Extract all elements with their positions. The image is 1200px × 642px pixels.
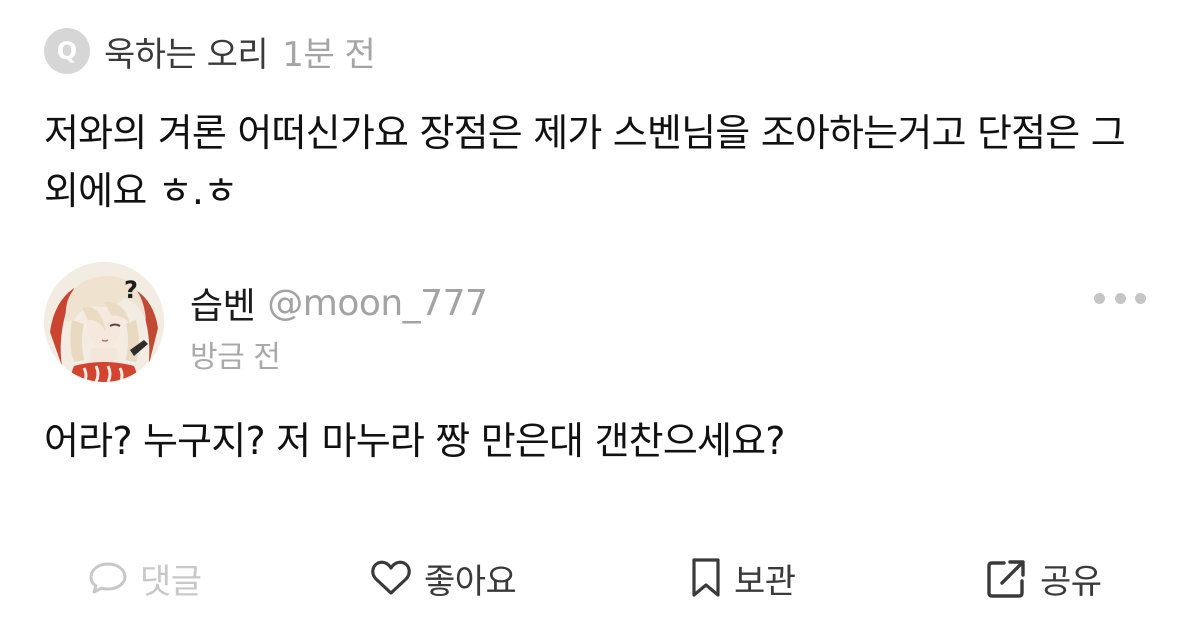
save-button[interactable]: 보관 bbox=[690, 552, 796, 604]
question-header: Q 욱하는 오리 1분 전 bbox=[44, 27, 376, 76]
avatar-illustration-icon: ? bbox=[44, 262, 164, 382]
share-button[interactable]: 공유 bbox=[986, 552, 1102, 604]
bookmark-icon bbox=[690, 557, 722, 599]
like-button[interactable]: 좋아요 bbox=[370, 552, 517, 604]
question-badge-icon: Q bbox=[44, 28, 90, 74]
more-dots-icon bbox=[1135, 292, 1146, 304]
share-arrow-icon bbox=[986, 557, 1028, 599]
more-dots-icon bbox=[1094, 292, 1105, 304]
post-card: Q 욱하는 오리 1분 전 저와의 겨론 어떠신가요 장점은 제가 스벤님을 조… bbox=[0, 0, 1200, 642]
like-label: 좋아요 bbox=[424, 561, 517, 602]
svg-text:?: ? bbox=[124, 276, 138, 304]
answer-time: 방금 전 bbox=[190, 340, 281, 375]
heart-icon bbox=[370, 559, 412, 597]
answer-author-row: 습벤 @moon_777 bbox=[190, 277, 488, 329]
comment-button[interactable]: 댓글 bbox=[88, 552, 202, 604]
question-badge-letter: Q bbox=[56, 37, 78, 65]
question-text: 저와의 겨론 어떠신가요 장점은 제가 스벤님을 조아하는거고 단점은 그 외에… bbox=[44, 111, 1126, 213]
more-options-button[interactable] bbox=[1094, 284, 1146, 312]
speech-bubble-icon bbox=[88, 560, 128, 596]
comment-label: 댓글 bbox=[140, 561, 202, 602]
question-author[interactable]: 욱하는 오리 bbox=[104, 27, 269, 76]
answer-text: 어라? 누구지? 저 마누라 짱 만은대 갠찬으세요? bbox=[44, 419, 785, 463]
answer-author-handle[interactable]: @moon_777 bbox=[267, 283, 488, 324]
avatar[interactable]: ? bbox=[44, 262, 164, 382]
answer-author-name[interactable]: 습벤 bbox=[190, 277, 256, 329]
share-label: 공유 bbox=[1040, 561, 1102, 602]
question-time: 1분 전 bbox=[282, 34, 376, 75]
more-dots-icon bbox=[1114, 292, 1126, 304]
save-label: 보관 bbox=[734, 561, 796, 602]
